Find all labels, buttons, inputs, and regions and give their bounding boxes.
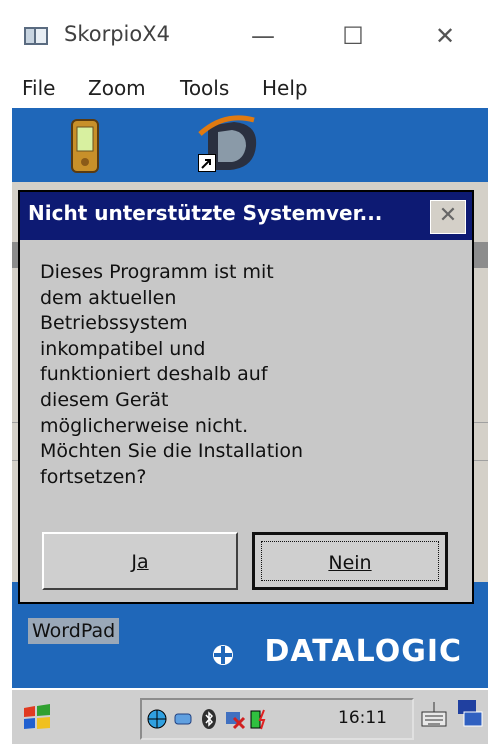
datalogic-logo-icon: [213, 645, 233, 665]
dialog-close-button[interactable]: ✕: [430, 200, 466, 234]
sync-icon[interactable]: [172, 708, 194, 730]
close-button[interactable]: ✕: [418, 14, 472, 58]
connectivity-icon[interactable]: [224, 708, 246, 730]
app-icon: [24, 27, 48, 45]
yes-button[interactable]: Ja: [42, 532, 238, 590]
system-tray: 16:11: [140, 698, 414, 740]
menu-tools[interactable]: Tools: [180, 76, 229, 100]
show-desktop-icon[interactable]: [456, 698, 484, 732]
clock[interactable]: 16:11: [338, 708, 387, 728]
start-button-icon[interactable]: [20, 702, 54, 732]
focus-rectangle: [261, 541, 439, 581]
wordpad-label[interactable]: WordPad: [28, 618, 120, 644]
dialog-titlebar: Nicht unterstützte Systemver... ✕: [20, 192, 472, 240]
menubar: File Zoom Tools Help: [0, 68, 488, 108]
shortcut-arrow-icon: [198, 154, 216, 172]
taskbar: 16:11: [12, 688, 488, 744]
dialog-title: Nicht unterstützte Systemver...: [28, 201, 383, 225]
no-button[interactable]: Nein: [252, 532, 448, 590]
yes-button-label: Ja: [131, 551, 149, 573]
window-title: SkorpioX4: [64, 22, 170, 46]
menu-file[interactable]: File: [22, 76, 55, 100]
menu-zoom[interactable]: Zoom: [88, 76, 146, 100]
pda-icon[interactable]: [68, 118, 102, 176]
minimize-button[interactable]: —: [236, 14, 290, 58]
menu-help[interactable]: Help: [262, 76, 308, 100]
window-titlebar: SkorpioX4 — ☐ ✕: [0, 0, 488, 68]
battery-icon[interactable]: [248, 708, 270, 730]
maximize-button[interactable]: ☐: [326, 14, 380, 58]
dialog-message: Dieses Programm ist mit dem aktuellen Be…: [40, 261, 304, 488]
brand-logo: DATALOGIC: [264, 634, 462, 669]
bluetooth-icon[interactable]: [198, 708, 220, 730]
network-globe-icon[interactable]: [146, 708, 168, 730]
keyboard-icon[interactable]: [420, 700, 448, 730]
